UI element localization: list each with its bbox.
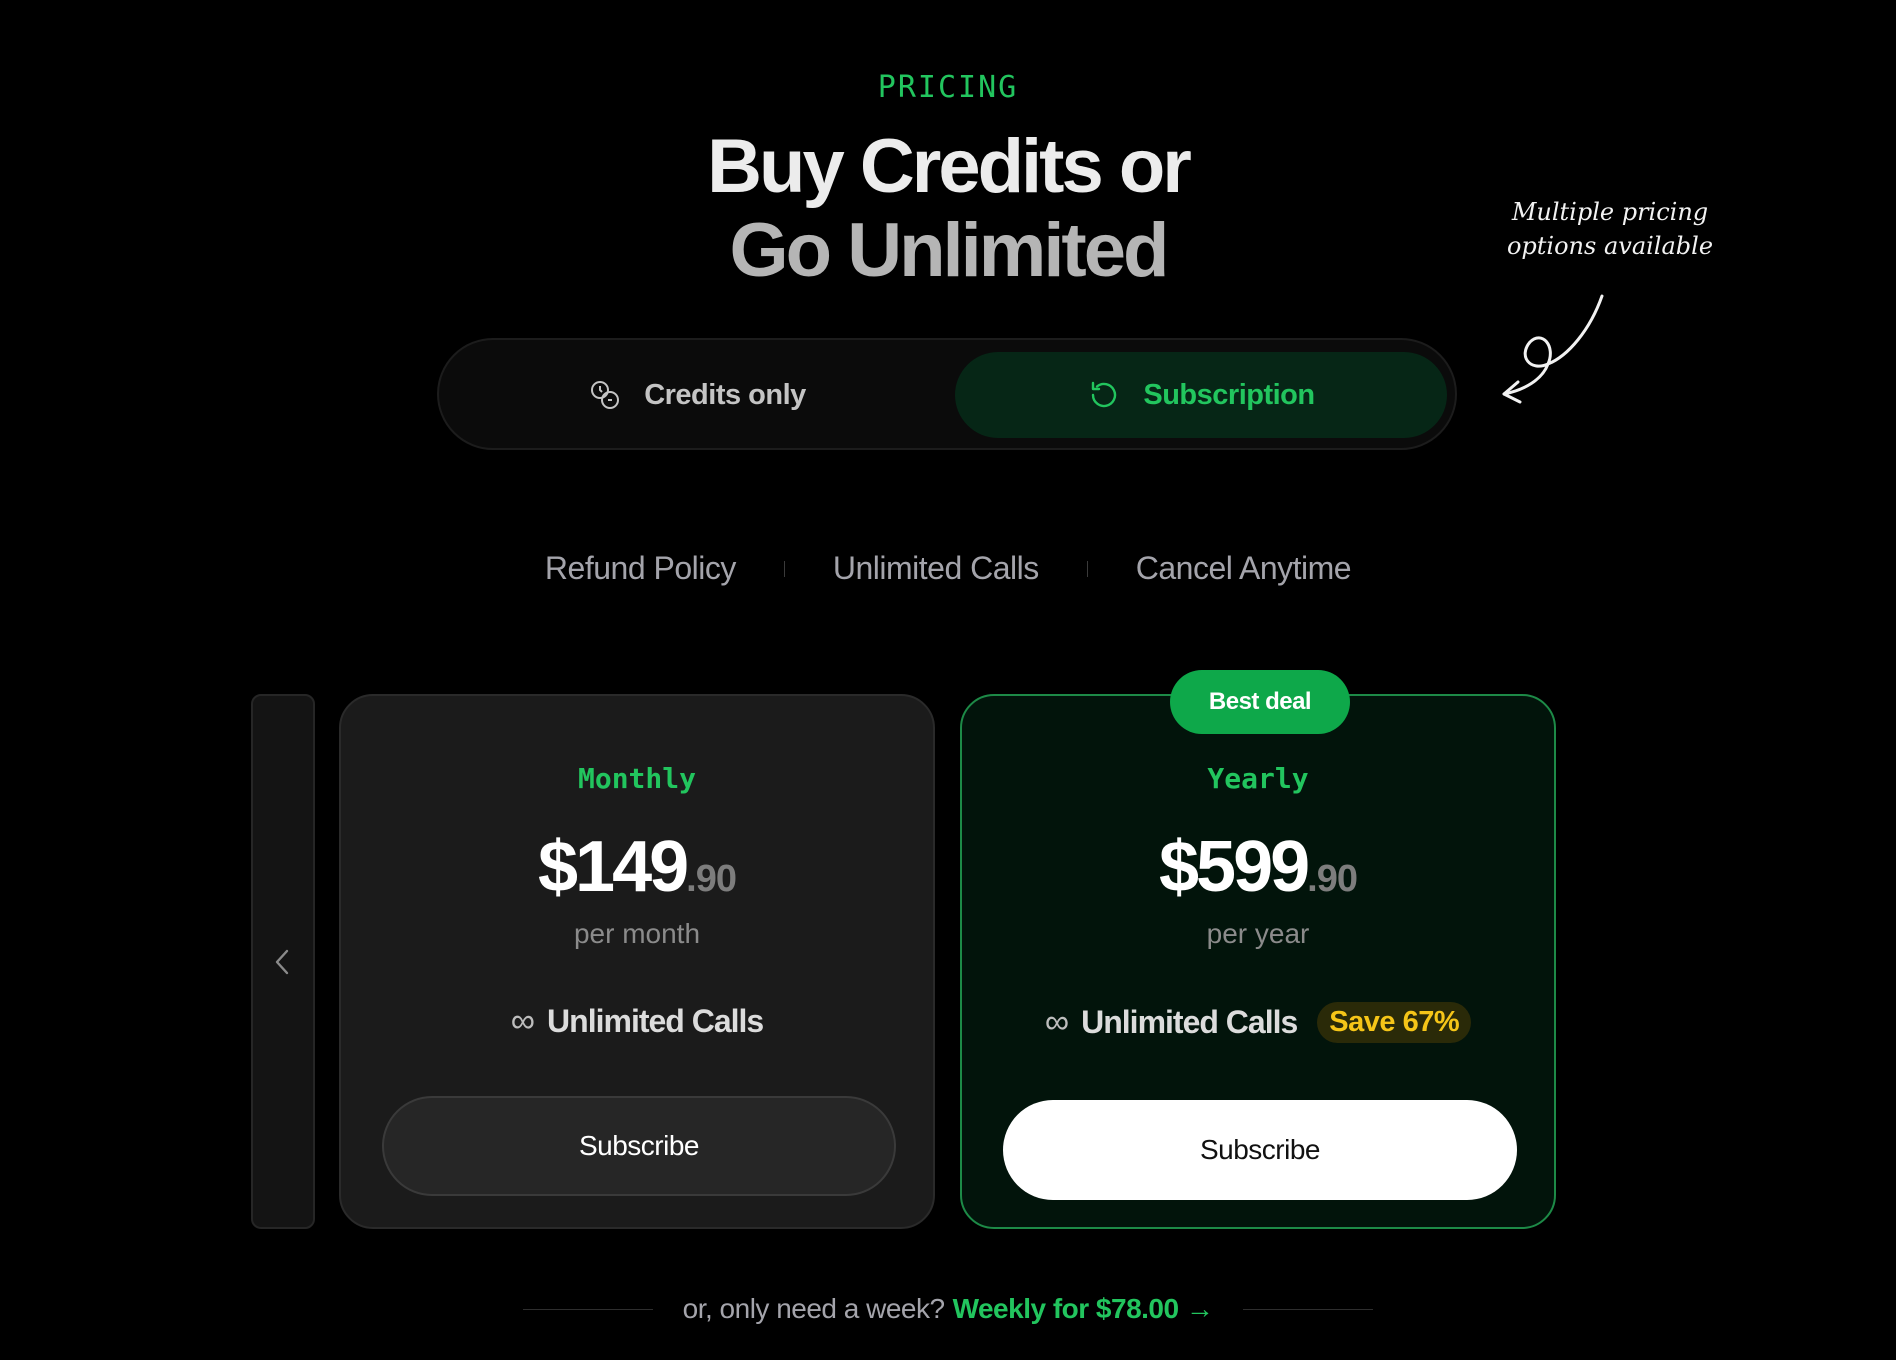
annotation-line-2: options available	[1506, 232, 1714, 260]
coins-icon	[591, 381, 620, 409]
price-cents: .90	[686, 858, 737, 900]
plan-name: Yearly	[1207, 762, 1309, 795]
section-eyebrow: PRICING	[877, 70, 1019, 105]
subscribe-monthly-button[interactable]: Subscribe	[382, 1096, 896, 1196]
price-main: $149	[538, 827, 689, 907]
divider	[1086, 560, 1088, 577]
billing-toggle: Credits only Subscription	[437, 338, 1457, 450]
toggle-credits-label: Credits only	[644, 378, 806, 411]
feature-highlights: Refund Policy Unlimited Calls Cancel Any…	[0, 550, 1896, 587]
feature-cancel-anytime: Cancel Anytime	[1135, 550, 1352, 586]
plan-price: $599.90	[962, 826, 1554, 908]
plan-feature-label: Unlimited Calls	[547, 1003, 764, 1039]
weekly-offer: or, only need a week? Weekly for $78.00 …	[0, 1293, 1896, 1325]
toggle-subscription-label: Subscription	[1143, 378, 1315, 411]
divider	[522, 1308, 653, 1310]
plan-card-monthly: Monthly $149.90 per month ∞ Unlimited Ca…	[339, 694, 935, 1229]
feature-refund-policy: Refund Policy	[544, 550, 736, 586]
chevron-left-icon	[275, 949, 289, 974]
refresh-icon	[1092, 381, 1117, 408]
curly-arrow-icon	[1502, 294, 1604, 404]
plan-feature: ∞ Unlimited Calls	[341, 1002, 933, 1041]
toggle-subscription[interactable]: Subscription	[955, 352, 1447, 438]
annotation-line-1: Multiple pricing	[1511, 198, 1709, 226]
carousel-prev-button[interactable]	[251, 694, 315, 1229]
save-badge: Save 67%	[1317, 1002, 1472, 1043]
plan-price: $149.90	[341, 826, 933, 908]
best-deal-badge: Best deal	[1170, 670, 1350, 734]
toggle-credits-only[interactable]: Credits only	[451, 352, 943, 438]
plan-period: per year	[1206, 918, 1310, 949]
feature-unlimited-calls: Unlimited Calls	[832, 550, 1039, 586]
price-cents: .90	[1307, 858, 1358, 900]
weekly-plan-link[interactable]: Weekly for $78.00 →	[953, 1293, 1214, 1325]
divider	[783, 560, 785, 577]
subscribe-yearly-button[interactable]: Subscribe	[1003, 1100, 1517, 1200]
infinity-icon: ∞	[510, 1002, 536, 1040]
plan-feature: ∞ Unlimited Calls Save 67%	[962, 1002, 1554, 1043]
plan-feature-label: Unlimited Calls	[1081, 1004, 1298, 1040]
price-main: $599	[1159, 827, 1310, 907]
weekly-question: or, only need a week?	[682, 1293, 945, 1324]
plan-period: per month	[573, 918, 701, 949]
handwritten-annotation: Multiple pricing options available	[1480, 195, 1740, 263]
plan-card-yearly: Best deal Yearly $599.90 per year ∞ Unli…	[960, 670, 1556, 1229]
infinity-icon: ∞	[1044, 1003, 1070, 1041]
divider	[1243, 1308, 1374, 1310]
plan-name: Monthly	[577, 762, 696, 795]
